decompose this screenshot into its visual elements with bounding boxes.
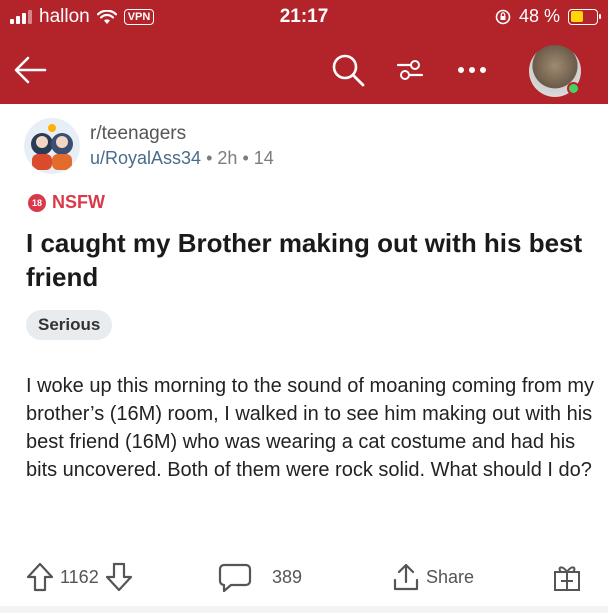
subreddit-name[interactable]: r/teenagers (90, 123, 274, 145)
sort-filter-icon (396, 60, 424, 80)
nsfw-tag: 18 NSFW (28, 192, 105, 213)
more-dots-icon (458, 67, 486, 73)
award-button[interactable] (552, 562, 582, 592)
separator-dot: • (242, 148, 254, 168)
online-status-dot (567, 82, 580, 95)
status-right: 48 % (495, 6, 601, 27)
share-button[interactable]: Share (392, 562, 474, 592)
post-flair[interactable]: Serious (26, 310, 113, 340)
post-header: r/teenagers u/RoyalAss34 • 2h • 14 (24, 118, 274, 174)
upvote-icon[interactable] (26, 562, 54, 592)
sort-filter-button[interactable] (390, 48, 430, 92)
post-meta: r/teenagers u/RoyalAss34 • 2h • 14 (90, 123, 274, 169)
vote-group: 1162 (26, 562, 133, 592)
nav-bar (0, 36, 608, 104)
comment-count: 389 (272, 566, 303, 587)
comment-icon (218, 563, 252, 592)
byline: u/RoyalAss34 • 2h • 14 (90, 148, 274, 169)
status-bar: hallon VPN 21:17 48 % (0, 0, 608, 36)
battery-icon (568, 8, 601, 25)
share-label: Share (426, 566, 475, 587)
more-options-button[interactable] (450, 48, 494, 92)
downvote-icon[interactable] (105, 562, 133, 592)
bottom-divider (0, 606, 608, 613)
comments-button[interactable]: 389 (218, 562, 302, 592)
search-icon (332, 54, 365, 87)
vote-count: 1162 (60, 566, 99, 587)
award-gift-icon (554, 566, 580, 591)
post-extra-count: 14 (253, 148, 274, 168)
arrow-left-icon (14, 56, 47, 84)
nsfw-label: NSFW (52, 192, 105, 212)
nsfw-icon: 18 (28, 193, 46, 212)
share-icon (393, 563, 419, 591)
author-name[interactable]: u/RoyalAss34 (90, 148, 201, 168)
subreddit-avatar[interactable] (24, 118, 80, 174)
orientation-lock-icon (495, 9, 511, 24)
action-bar: 1162 389 Share (0, 556, 608, 600)
separator-dot: • (206, 148, 218, 168)
post-body: I woke up this morning to the sound of m… (26, 375, 595, 481)
avatar (529, 45, 581, 97)
battery-percent: 48 % (518, 6, 560, 26)
subreddit-icon (24, 118, 80, 174)
search-button[interactable] (326, 48, 370, 92)
profile-avatar-button[interactable] (528, 44, 582, 98)
post-title: I caught my Brother making out with his … (26, 228, 583, 292)
back-button[interactable] (8, 48, 52, 92)
post-age: 2h (217, 148, 238, 168)
